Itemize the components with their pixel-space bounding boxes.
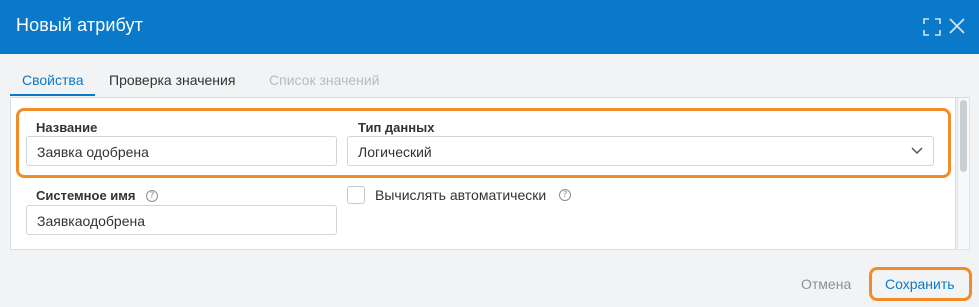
active-tab-indicator [10, 94, 95, 96]
save-button[interactable]: Сохранить [885, 276, 955, 292]
name-label: Название [36, 120, 98, 135]
chevron-down-icon [911, 147, 923, 155]
scrollbar-thumb[interactable] [960, 100, 967, 172]
panel-scrollbar[interactable] [957, 98, 970, 250]
system-name-label: Системное имя [36, 188, 136, 203]
auto-compute-checkbox[interactable] [347, 186, 365, 204]
dialog-header: Новый атрибут [0, 0, 979, 54]
dialog-title: Новый атрибут [16, 15, 143, 35]
cancel-button[interactable]: Отмена [801, 276, 851, 292]
name-input[interactable]: Заявка одобрена [26, 136, 337, 166]
tab-bar: Свойства Проверка значения Список значен… [10, 62, 970, 98]
data-type-label: Тип данных [358, 120, 435, 135]
tab-properties[interactable]: Свойства [22, 72, 83, 88]
data-type-select[interactable]: Логический [347, 136, 934, 166]
close-icon[interactable] [948, 17, 966, 35]
data-type-value: Логический [358, 144, 432, 160]
system-name-input[interactable]: Заявкаодобрена [26, 205, 337, 235]
auto-compute-label[interactable]: Вычислять автоматически [375, 187, 546, 203]
tab-value-list: Список значений [269, 72, 380, 88]
expand-icon[interactable] [923, 18, 941, 36]
tab-value-validation[interactable]: Проверка значения [109, 72, 235, 88]
help-icon[interactable]: ? [146, 190, 158, 202]
help-icon[interactable]: ? [559, 189, 571, 201]
new-attribute-dialog: Новый атрибут Свойства Проверка значения… [0, 0, 979, 307]
